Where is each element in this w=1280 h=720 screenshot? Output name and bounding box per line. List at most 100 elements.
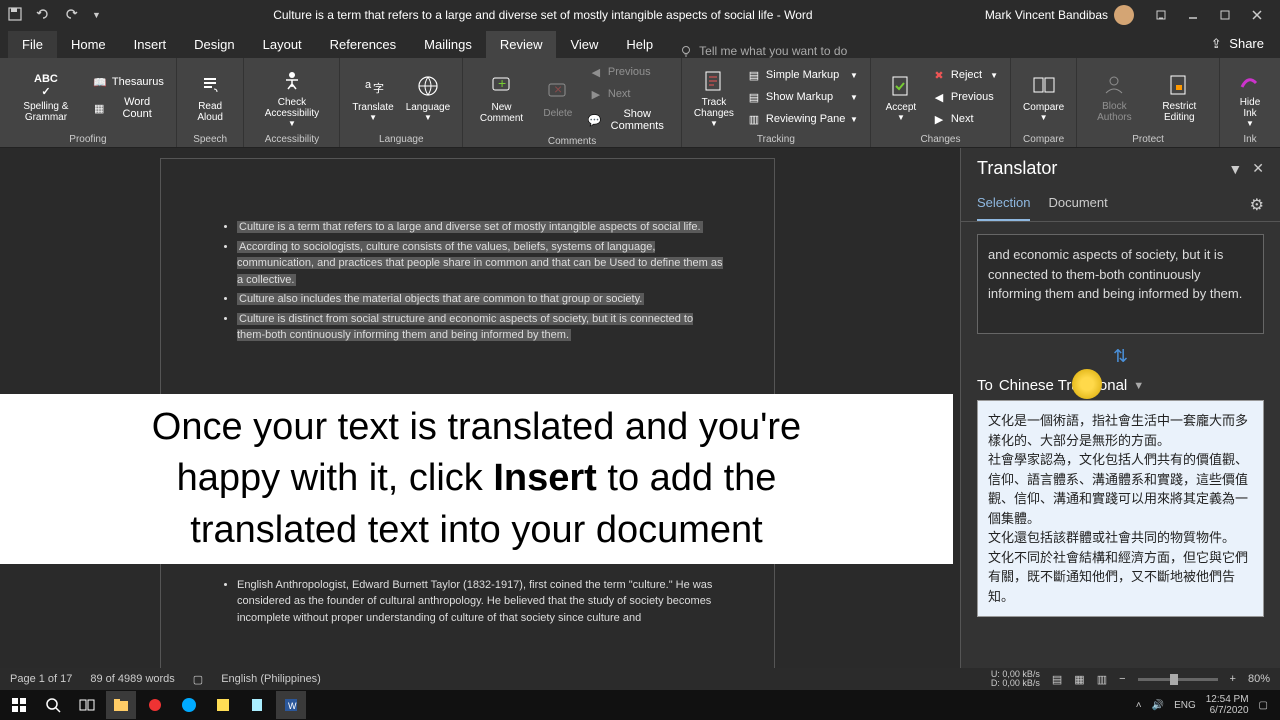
- speak-icon: [196, 71, 224, 99]
- translate-button[interactable]: a字 Translate ▼: [348, 70, 397, 124]
- showmarkup-icon: ▤: [746, 89, 762, 105]
- markup-dropdown[interactable]: ▤Simple Markup▼: [742, 65, 862, 85]
- target-language-selector[interactable]: To Chinese Traditional ▼: [977, 371, 1264, 400]
- track-changes-button[interactable]: Track Changes ▼: [690, 65, 738, 130]
- sticky-notes-icon[interactable]: [208, 691, 238, 719]
- show-comments-button[interactable]: 💬Show Comments: [584, 106, 673, 134]
- read-aloud-button[interactable]: Read Aloud: [185, 69, 236, 125]
- task-view-icon[interactable]: [72, 691, 102, 719]
- previous-change-button[interactable]: ◀Previous: [927, 87, 1002, 107]
- view-read-mode-icon[interactable]: ▤: [1052, 673, 1062, 686]
- instruction-overlay: Once your text is translated and you're …: [0, 394, 953, 564]
- hide-ink-button[interactable]: Hide Ink ▼: [1228, 65, 1272, 130]
- pane-close-button[interactable]: ✕: [1252, 160, 1264, 177]
- compare-button[interactable]: Compare ▼: [1019, 70, 1068, 124]
- notifications-icon[interactable]: ▢: [1259, 700, 1268, 711]
- title-bar: ▼ Culture is a term that refers to a lar…: [0, 0, 1280, 30]
- bullet-list-1: Culture is a term that refers to a large…: [211, 219, 724, 344]
- word-icon[interactable]: W: [276, 691, 306, 719]
- undo-icon[interactable]: [36, 7, 52, 23]
- pane-menu-caret[interactable]: ▼: [1228, 161, 1242, 177]
- translation-result-box[interactable]: 文化是一個術語，指社會生活中一套龐大而多樣化的、大部分是無形的方面。 社會學家認…: [977, 400, 1264, 617]
- translator-tab-document[interactable]: Document: [1048, 189, 1107, 221]
- zoom-level[interactable]: 80%: [1248, 673, 1270, 685]
- language-button[interactable]: Language ▼: [402, 70, 455, 124]
- redo-icon[interactable]: [64, 7, 80, 23]
- tab-mailings[interactable]: Mailings: [410, 31, 486, 58]
- save-icon[interactable]: [8, 7, 24, 23]
- edge-icon[interactable]: [174, 691, 204, 719]
- notepad-icon[interactable]: [242, 691, 272, 719]
- list-item: Culture is distinct from social structur…: [237, 311, 724, 344]
- next-icon: ▶: [588, 86, 604, 102]
- translator-settings-icon[interactable]: ⚙: [1250, 189, 1264, 221]
- search-icon[interactable]: [38, 691, 68, 719]
- clock-time[interactable]: 12:54 PM: [1206, 694, 1249, 705]
- group-label: Tracking: [690, 132, 862, 145]
- thesaurus-button[interactable]: 📖Thesaurus: [88, 72, 168, 92]
- tab-references[interactable]: References: [316, 31, 410, 58]
- tray-chevron-icon[interactable]: ˄: [1136, 700, 1142, 711]
- show-comments-icon: 💬: [588, 112, 602, 128]
- tab-file[interactable]: File: [8, 31, 57, 58]
- tab-home[interactable]: Home: [57, 31, 120, 58]
- restrict-editing-button[interactable]: Restrict Editing: [1148, 69, 1211, 125]
- ribbon-options-icon[interactable]: [1146, 3, 1176, 27]
- accept-button[interactable]: Accept ▼: [879, 70, 923, 124]
- list-item: Culture is a term that refers to a large…: [237, 219, 724, 236]
- share-icon: ⇪: [1211, 36, 1222, 51]
- user-account[interactable]: Mark Vincent Bandibas: [985, 5, 1134, 25]
- spellcheck-icon[interactable]: ▢: [193, 673, 203, 686]
- tab-layout[interactable]: Layout: [249, 31, 316, 58]
- qat-customize-caret[interactable]: ▼: [92, 10, 101, 20]
- view-web-layout-icon[interactable]: ▥: [1097, 673, 1107, 686]
- share-button[interactable]: ⇪ Share: [1195, 30, 1280, 58]
- group-label: Proofing: [8, 132, 168, 145]
- zoom-out-button[interactable]: −: [1119, 673, 1125, 685]
- swap-languages-button[interactable]: ⇅: [977, 342, 1264, 371]
- reject-icon: ✖: [931, 67, 947, 83]
- next-change-button[interactable]: ▶Next: [927, 109, 1002, 129]
- word-count-button[interactable]: ▦Word Count: [88, 94, 168, 122]
- tab-design[interactable]: Design: [180, 31, 248, 58]
- status-bar: Page 1 of 17 89 of 4989 words ▢ English …: [0, 668, 1280, 690]
- minimize-button[interactable]: [1178, 3, 1208, 27]
- check-accessibility-button[interactable]: Check Accessibility ▼: [252, 65, 331, 130]
- page-indicator[interactable]: Page 1 of 17: [10, 673, 72, 685]
- tab-view[interactable]: View: [556, 31, 612, 58]
- translator-tab-selection[interactable]: Selection: [977, 189, 1030, 221]
- file-explorer-icon[interactable]: [106, 691, 136, 719]
- language-indicator[interactable]: English (Philippines): [221, 673, 321, 685]
- net-dn: D: 0,00 kB/s: [991, 679, 1040, 688]
- translate-icon: a字: [359, 72, 387, 100]
- record-icon[interactable]: [140, 691, 170, 719]
- source-text-box[interactable]: and economic aspects of society, but it …: [977, 234, 1264, 334]
- zoom-slider[interactable]: [1138, 678, 1218, 681]
- start-button[interactable]: [4, 691, 34, 719]
- close-button[interactable]: [1242, 3, 1272, 27]
- show-markup-button[interactable]: ▤Show Markup▼: [742, 87, 862, 107]
- reviewing-pane-button[interactable]: ▥Reviewing Pane▼: [742, 109, 862, 129]
- clock-date[interactable]: 6/7/2020: [1210, 705, 1249, 716]
- tray-volume-icon[interactable]: 🔊: [1152, 700, 1164, 711]
- view-print-layout-icon[interactable]: ▦: [1074, 673, 1084, 686]
- svg-text:a: a: [365, 79, 372, 91]
- tab-insert[interactable]: Insert: [120, 31, 181, 58]
- zoom-in-button[interactable]: +: [1230, 673, 1236, 685]
- tab-review[interactable]: Review: [486, 31, 557, 58]
- track-icon: [700, 67, 728, 95]
- ribbon: ABC✓ Spelling & Grammar 📖Thesaurus ▦Word…: [0, 58, 1280, 148]
- keyboard-layout[interactable]: ENG: [1174, 700, 1196, 711]
- reject-button[interactable]: ✖Reject▼: [927, 65, 1002, 85]
- tab-help[interactable]: Help: [612, 31, 667, 58]
- new-comment-button[interactable]: + New Comment: [471, 70, 532, 126]
- tell-me-search[interactable]: Tell me what you want to do: [667, 44, 859, 58]
- compare-icon: [1030, 72, 1058, 100]
- spelling-grammar-button[interactable]: ABC✓ Spelling & Grammar: [8, 69, 84, 125]
- next-comment-button: ▶Next: [584, 84, 673, 104]
- accept-icon: [887, 72, 915, 100]
- word-count-indicator[interactable]: 89 of 4989 words: [90, 673, 174, 685]
- list-item: English Anthropologist, Edward Burnett T…: [237, 577, 724, 627]
- maximize-button[interactable]: [1210, 3, 1240, 27]
- group-label: Speech: [185, 132, 236, 145]
